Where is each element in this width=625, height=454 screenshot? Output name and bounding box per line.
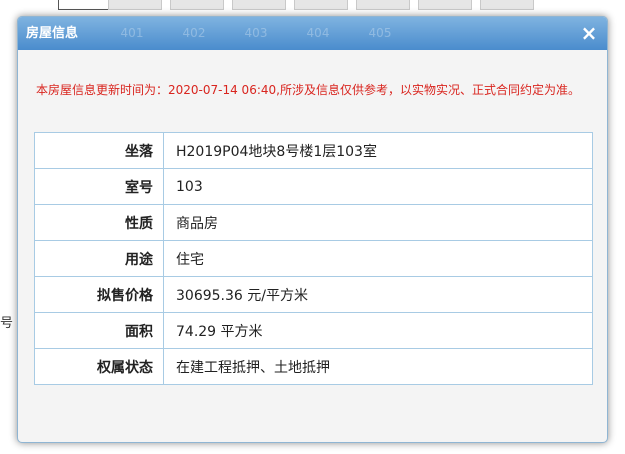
background-edge-text: 号 xyxy=(0,316,14,331)
background-tab[interactable] xyxy=(418,0,472,10)
row-label: 坐落 xyxy=(34,132,164,169)
ghost-room-number: 401 xyxy=(120,26,144,40)
row-value: 74.29 平方米 xyxy=(163,312,593,349)
background-tab[interactable] xyxy=(232,0,286,10)
table-row: 拟售价格 30695.36 元/平方米 xyxy=(34,276,593,313)
row-value: 商品房 xyxy=(163,204,593,241)
ghost-room-number: 403 xyxy=(244,26,268,40)
background-tab-strip xyxy=(0,0,625,12)
row-label: 拟售价格 xyxy=(34,276,164,313)
background-tab[interactable] xyxy=(480,0,534,10)
house-info-dialog: 房屋信息 401 402 403 404 405 × 本房屋信息更新时间为：20… xyxy=(17,16,608,443)
table-row: 坐落 H2019P04地块8号楼1层103室 xyxy=(34,132,593,169)
table-row: 权属状态 在建工程抵押、土地抵押 xyxy=(34,348,593,385)
background-tab[interactable] xyxy=(108,0,162,10)
row-value: 住宅 xyxy=(163,240,593,277)
background-tab[interactable] xyxy=(294,0,348,10)
table-row: 面积 74.29 平方米 xyxy=(34,312,593,349)
row-label: 室号 xyxy=(34,168,164,205)
row-label: 面积 xyxy=(34,312,164,349)
table-row: 性质 商品房 xyxy=(34,204,593,241)
row-value: 103 xyxy=(163,168,593,205)
house-info-table: 坐落 H2019P04地块8号楼1层103室 室号 103 性质 商品房 用途 … xyxy=(34,132,593,385)
close-icon[interactable]: × xyxy=(579,23,599,43)
background-tab[interactable] xyxy=(58,0,112,10)
ghost-room-number: 405 xyxy=(368,26,392,40)
row-value: H2019P04地块8号楼1层103室 xyxy=(163,132,593,169)
ghost-room-number: 404 xyxy=(306,26,330,40)
ghost-room-number: 402 xyxy=(182,26,206,40)
row-value: 在建工程抵押、土地抵押 xyxy=(163,348,593,385)
dialog-title: 房屋信息 xyxy=(26,26,79,41)
row-label: 性质 xyxy=(34,204,164,241)
background-tab[interactable] xyxy=(356,0,410,10)
table-row: 室号 103 xyxy=(34,168,593,205)
dialog-titlebar[interactable]: 房屋信息 401 402 403 404 405 × xyxy=(18,17,607,50)
row-label: 权属状态 xyxy=(34,348,164,385)
row-value: 30695.36 元/平方米 xyxy=(163,276,593,313)
update-notice: 本房屋信息更新时间为：2020-07-14 06:40,所涉及信息仅供参考，以实… xyxy=(36,83,580,97)
table-row: 用途 住宅 xyxy=(34,240,593,277)
background-tab[interactable] xyxy=(170,0,224,10)
row-label: 用途 xyxy=(34,240,164,277)
